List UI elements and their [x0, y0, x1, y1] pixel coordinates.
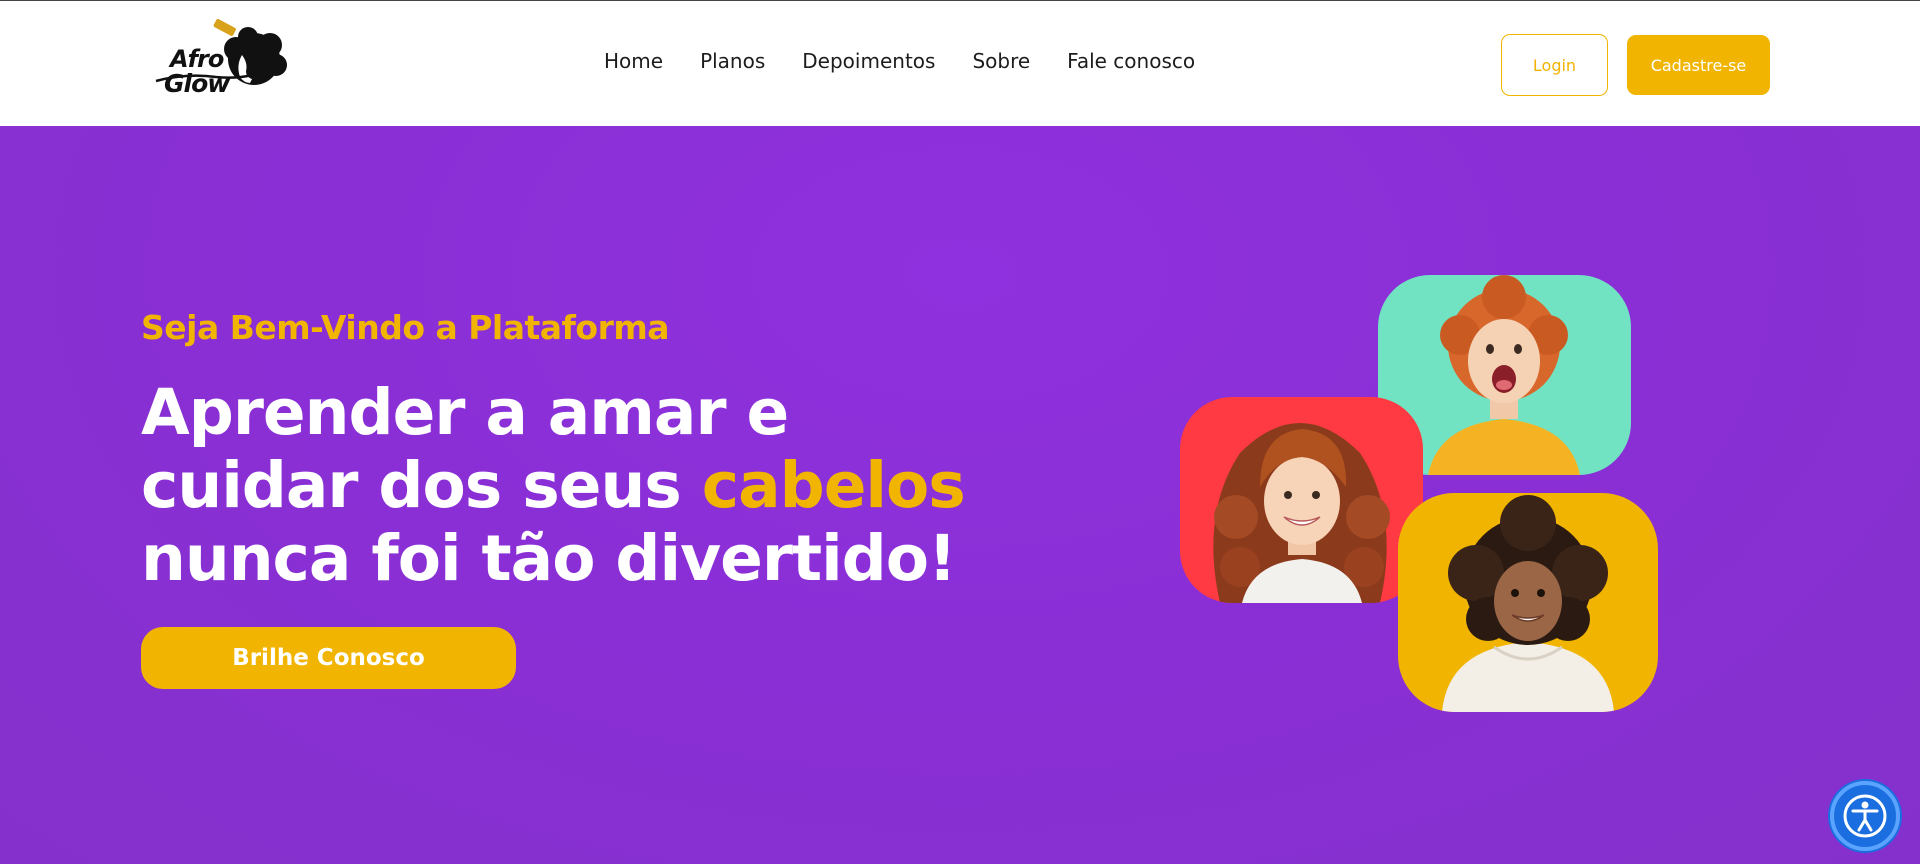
headline-line-1: Aprender a amar e	[141, 376, 789, 449]
brilhe-conosco-button[interactable]: Brilhe Conosco	[141, 627, 516, 689]
accessibility-icon	[1843, 794, 1887, 838]
main-nav: Home Planos Depoimentos Sobre Fale conos…	[604, 49, 1195, 73]
site-header: Afro Glow Home Planos Depoimentos Sobre …	[0, 1, 1920, 126]
child-photo-icon	[1213, 423, 1390, 603]
signup-button[interactable]: Cadastre-se	[1627, 35, 1770, 95]
login-button[interactable]: Login	[1501, 34, 1608, 96]
accessibility-button[interactable]	[1830, 781, 1900, 851]
headline-line-2: cuidar dos seus cabelos	[141, 449, 966, 522]
nav-home[interactable]: Home	[604, 49, 663, 73]
child-photo-icon	[1442, 495, 1614, 712]
nav-planos[interactable]: Planos	[700, 49, 765, 73]
afroglow-logo[interactable]: Afro Glow	[150, 19, 290, 103]
photo-card-child-hoodie	[1398, 493, 1658, 712]
hero-headline: Aprender a amar e cuidar dos seus cabelo…	[141, 376, 966, 595]
headline-line-2-start: cuidar dos seus	[141, 449, 702, 522]
nav-sobre[interactable]: Sobre	[972, 49, 1030, 73]
nav-depoimentos[interactable]: Depoimentos	[802, 49, 935, 73]
photo-card-girl-red-hair	[1180, 397, 1423, 603]
headline-accent: cabelos	[701, 449, 966, 522]
hero-welcome: Seja Bem-Vindo a Plataforma	[141, 308, 670, 347]
nav-fale-conosco[interactable]: Fale conosco	[1067, 49, 1195, 73]
logo-text-glow: Glow	[164, 69, 230, 98]
headline-line-3: nunca foi tão divertido!	[141, 522, 957, 595]
